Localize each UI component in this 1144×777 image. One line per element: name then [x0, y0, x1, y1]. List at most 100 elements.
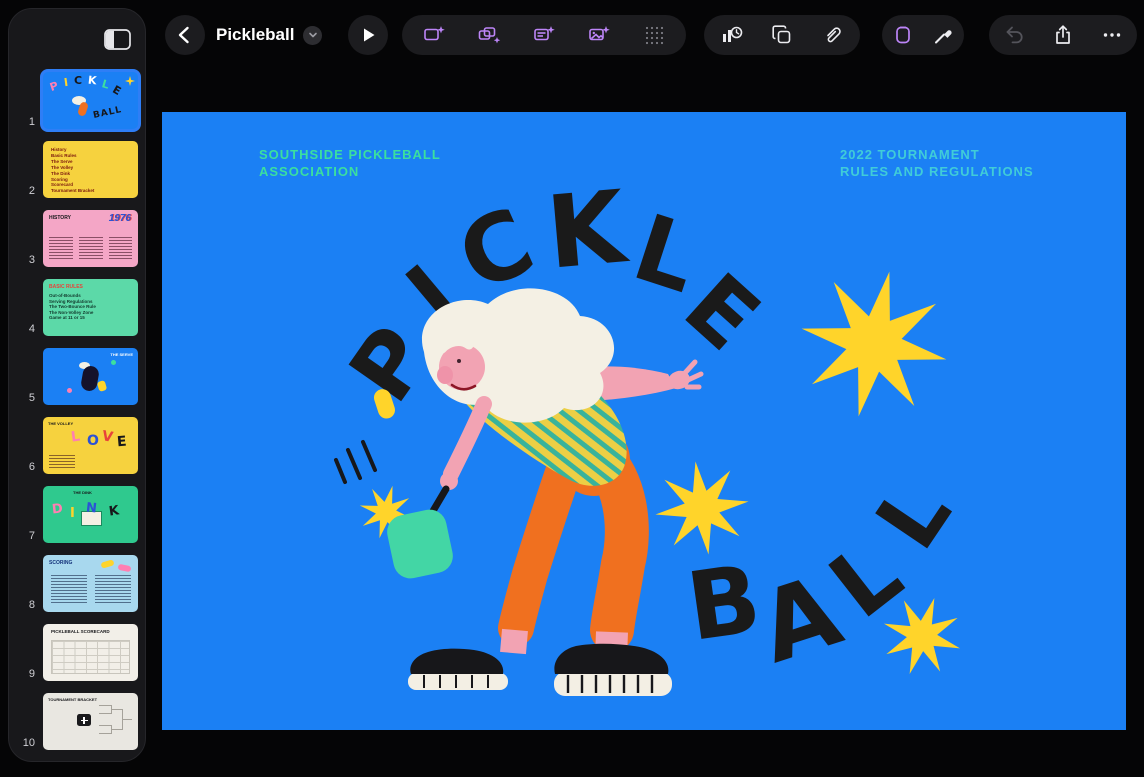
- slide-header-left[interactable]: SOUTHSIDE PICKLEBALL ASSOCIATION: [259, 146, 441, 180]
- attachment-button[interactable]: [810, 15, 856, 55]
- text-lines: [51, 575, 87, 603]
- pickle-shape: [100, 559, 114, 568]
- more-button[interactable]: [1089, 15, 1135, 55]
- slide-row: 6 THE VOLLEY L O V E: [9, 417, 145, 474]
- slide-number: 4: [17, 323, 35, 335]
- slide-number: 7: [17, 530, 35, 542]
- new-slide-button[interactable]: [411, 15, 457, 55]
- play-button[interactable]: [348, 15, 388, 55]
- header-line: 2022 TOURNAMENT: [840, 146, 1034, 163]
- rules-list: Out-of-Bounds Serving Regulations The Tw…: [49, 293, 96, 321]
- thumb-letter: K: [87, 74, 97, 88]
- chevron-down-icon[interactable]: [303, 26, 322, 45]
- thumb-title: THE VOLLEY: [48, 421, 73, 426]
- sidebar-toggle-button[interactable]: [104, 29, 131, 53]
- layouts-button[interactable]: [631, 15, 677, 55]
- slide-thumbnail-8[interactable]: SCORING: [43, 555, 138, 612]
- insert-toolbar-group: [402, 15, 686, 55]
- thumb-letter: L: [70, 428, 81, 445]
- display-letter[interactable]: K: [542, 168, 633, 292]
- slide-number: 5: [17, 392, 35, 404]
- slide-sparkle-icon: [422, 23, 446, 47]
- bracket-line: [99, 705, 112, 714]
- slide-row: 1 P I C K L E BALL: [9, 72, 145, 129]
- agenda-list: History Basic Rules The Serve The Volley…: [51, 147, 94, 194]
- slide-thumbnail-1[interactable]: P I C K L E BALL: [43, 72, 138, 129]
- shapes-button[interactable]: [759, 15, 805, 55]
- slide-thumbnail-10[interactable]: TOURNAMENT BRACKET: [43, 693, 138, 750]
- slide-row: 2 History Basic Rules The Serve The Voll…: [9, 141, 145, 198]
- paperclip-icon: [821, 23, 845, 47]
- object-style-button[interactable]: [882, 15, 923, 55]
- slide-thumbnail-2[interactable]: History Basic Rules The Serve The Volley…: [43, 141, 138, 198]
- thumb-letter: C: [74, 74, 82, 87]
- add-text-button[interactable]: [521, 15, 567, 55]
- document-title[interactable]: Pickleball: [216, 15, 322, 55]
- document-title-label: Pickleball: [216, 25, 294, 45]
- rounded-square-icon: [891, 23, 915, 47]
- slide-header-right[interactable]: 2022 TOURNAMENT RULES AND REGULATIONS: [840, 146, 1034, 180]
- sidebar-toggle-icon: [104, 29, 131, 50]
- bracket-line: [112, 709, 123, 730]
- slide-number: 2: [17, 185, 35, 197]
- thumb-paddle: [97, 380, 107, 392]
- bracket-line: [99, 725, 112, 734]
- slide-number: 6: [17, 461, 35, 473]
- back-button[interactable]: [165, 15, 205, 55]
- slide-thumbnail-4[interactable]: BASIC RULES Out-of-Bounds Serving Regula…: [43, 279, 138, 336]
- slide-thumbnail-6[interactable]: THE VOLLEY L O V E: [43, 417, 138, 474]
- pickle-shape: [118, 564, 132, 573]
- text-lines: [49, 237, 73, 259]
- slide-row: 3 HISTORY 1976: [9, 210, 145, 267]
- play-icon: [358, 25, 378, 45]
- slide-thumbnail-list: 1 P I C K L E BALL 2 History Basic Rules: [9, 72, 145, 750]
- slide-artwork: P I C K L E B A L L: [162, 112, 1126, 730]
- rule-item: The Two-Bounce Rule: [49, 304, 96, 310]
- thumb-title: SCORING: [49, 560, 72, 566]
- share-icon: [1051, 23, 1075, 47]
- thumb-word: BALL: [92, 105, 123, 121]
- thumb-letter: E: [110, 83, 123, 98]
- slide-row: 10 TOURNAMENT BRACKET: [9, 693, 145, 750]
- object-toolbar-group: [704, 15, 860, 55]
- share-button[interactable]: [1040, 15, 1086, 55]
- thumb-letter: D: [51, 501, 63, 517]
- thumb-title: TOURNAMENT BRACKET: [48, 697, 97, 702]
- thumb-letter: V: [101, 428, 114, 446]
- star-icon: [125, 76, 135, 86]
- agenda-item: Tournament Bracket: [51, 188, 94, 194]
- rule-item: Game at 11 or 15: [49, 315, 96, 321]
- thumb-title: PICKLEBALL SCORECARD: [51, 629, 110, 634]
- slide-thumbnail-7[interactable]: THE DINK D I N K: [43, 486, 138, 543]
- slide-thumbnail-5[interactable]: THE SERVE: [43, 348, 138, 405]
- slide-editor[interactable]: P I C K L E B A L L: [162, 112, 1126, 730]
- thumb-letter: E: [116, 434, 127, 451]
- thumb-year: 1976: [109, 213, 131, 224]
- decorative-dot: [67, 388, 72, 393]
- thumb-title: THE SERVE: [110, 352, 133, 357]
- thumb-letter: I: [63, 76, 69, 89]
- scorecard-table: [51, 640, 130, 674]
- thumb-letter: O: [87, 433, 99, 449]
- slide-row: 8 SCORING: [9, 555, 145, 612]
- thumb-letter: K: [108, 503, 120, 519]
- chart-clock-icon: [720, 23, 744, 47]
- add-transition-button[interactable]: [466, 15, 512, 55]
- slides-sparkle-icon: [477, 23, 501, 47]
- text-lines: [109, 237, 132, 259]
- format-brush-button[interactable]: [923, 15, 964, 55]
- style-toolbar-group: [882, 15, 964, 55]
- thumb-letter: N: [85, 500, 97, 516]
- rehearse-button[interactable]: [709, 15, 755, 55]
- undo-button[interactable]: [992, 15, 1038, 55]
- slide-navigator: 1 P I C K L E BALL 2 History Basic Rules: [8, 8, 146, 762]
- slide-thumbnail-3[interactable]: HISTORY 1976: [43, 210, 138, 267]
- text-lines: [95, 575, 131, 603]
- add-media-button[interactable]: [576, 15, 622, 55]
- slide-number: 10: [17, 737, 35, 749]
- slide-thumbnail-9[interactable]: PICKLEBALL SCORECARD: [43, 624, 138, 681]
- thumb-figure: [80, 365, 100, 392]
- slide-row: 4 BASIC RULES Out-of-Bounds Serving Regu…: [9, 279, 145, 336]
- text-lines: [49, 455, 75, 468]
- slide-row: 5 THE SERVE: [9, 348, 145, 405]
